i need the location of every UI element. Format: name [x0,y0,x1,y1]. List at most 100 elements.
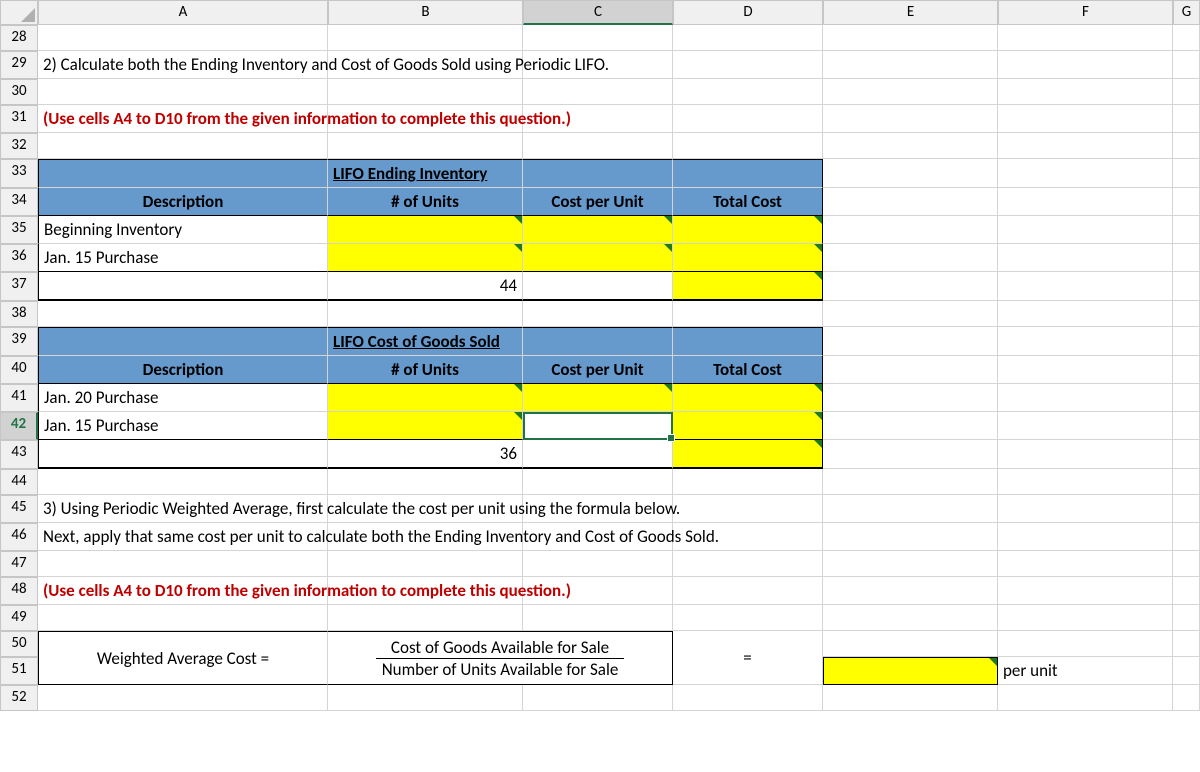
cell-C33[interactable] [523,159,673,188]
cell-A37[interactable] [38,272,328,301]
row-header-36[interactable]: 36 [0,244,38,272]
cell-B47[interactable] [328,551,523,577]
cell-B49[interactable] [328,605,523,631]
cell-C44[interactable] [523,469,673,495]
cell-F50[interactable] [998,631,1173,657]
cell-F52[interactable] [998,685,1173,711]
row-header-50[interactable]: 50 [0,631,38,657]
cell-E51[interactable] [823,657,998,685]
cell-F47[interactable] [998,551,1173,577]
cell-E36[interactable] [823,244,998,272]
cell-E31[interactable] [823,105,998,133]
cell-A36[interactable]: Jan. 15 Purchase [38,244,328,272]
cell-B36[interactable] [328,244,523,272]
cell-D30[interactable] [673,79,823,105]
cell-F39[interactable] [998,327,1173,356]
cell-D33[interactable] [673,159,823,188]
cell-A30[interactable] [38,79,328,105]
cell-D38[interactable] [673,301,823,327]
cell-C52[interactable] [523,685,673,711]
cell-G41[interactable] [1173,384,1200,412]
cell-G44[interactable] [1173,469,1200,495]
cell-C37[interactable] [523,272,673,301]
cell-C42[interactable] [523,412,673,440]
row-header-30[interactable]: 30 [0,79,38,105]
cell-A40[interactable]: Description [38,356,328,384]
cell-B42[interactable] [328,412,523,440]
cell-G37[interactable] [1173,272,1200,301]
cell-C36[interactable] [523,244,673,272]
cell-A31[interactable]: (Use cells A4 to D10 from the given info… [38,105,328,133]
cell-A33[interactable] [38,159,328,188]
row-header-46[interactable]: 46 [0,523,38,551]
cell-D42[interactable] [673,412,823,440]
cell-A32[interactable] [38,133,328,159]
cell-A48[interactable]: (Use cells A4 to D10 from the given info… [38,577,328,605]
cell-E50[interactable] [823,631,998,657]
cell-G28[interactable] [1173,25,1200,51]
cell-G48[interactable] [1173,577,1200,605]
cell-F42[interactable] [998,412,1173,440]
col-header-D[interactable]: D [673,0,823,25]
cell-D35[interactable] [673,216,823,244]
cell-B28[interactable] [328,25,523,51]
cell-C41[interactable] [523,384,673,412]
row-header-39[interactable]: 39 [0,327,38,356]
cell-D52[interactable] [673,685,823,711]
cell-B38[interactable] [328,301,523,327]
row-header-42[interactable]: 42 [0,412,38,440]
cell-E40[interactable] [823,356,998,384]
cell-E42[interactable] [823,412,998,440]
cell-A28[interactable] [38,25,328,51]
row-header-49[interactable]: 49 [0,605,38,631]
cell-D29[interactable] [673,51,823,79]
cell-E48[interactable] [823,577,998,605]
cell-E37[interactable] [823,272,998,301]
cell-A29[interactable]: 2) Calculate both the Ending Inventory a… [38,51,328,79]
cell-G51[interactable] [1173,657,1200,685]
cell-F35[interactable] [998,216,1173,244]
cell-A38[interactable] [38,301,328,327]
cell-F46[interactable] [998,523,1173,551]
cell-F48[interactable] [998,577,1173,605]
cell-C28[interactable] [523,25,673,51]
row-header-52[interactable]: 52 [0,685,38,711]
cell-C38[interactable] [523,301,673,327]
cell-A45[interactable]: 3) Using Periodic Weighted Average, firs… [38,495,328,523]
cell-A42[interactable]: Jan. 15 Purchase [38,412,328,440]
cell-D31[interactable] [673,105,823,133]
cell-F31[interactable] [998,105,1173,133]
select-all-corner[interactable] [0,0,38,25]
row-header-45[interactable]: 45 [0,495,38,523]
cell-D43[interactable] [673,440,823,469]
cell-A43[interactable] [38,440,328,469]
cell-B43[interactable]: 36 [328,440,523,469]
cell-F38[interactable] [998,301,1173,327]
cell-D28[interactable] [673,25,823,51]
col-header-A[interactable]: A [38,0,328,25]
row-header-51[interactable]: 51 [0,657,38,685]
cell-B33[interactable]: LIFO Ending Inventory [328,159,523,188]
spreadsheet-grid[interactable]: A B C D E F G 28 29 2) Calculate both th… [0,0,1200,711]
cell-G50[interactable] [1173,631,1200,657]
cell-E29[interactable] [823,51,998,79]
cell-A39[interactable] [38,327,328,356]
cell-F45[interactable] [998,495,1173,523]
cell-C40[interactable]: Cost per Unit [523,356,673,384]
cell-E47[interactable] [823,551,998,577]
cell-G45[interactable] [1173,495,1200,523]
cell-A52[interactable] [38,685,328,711]
cell-B50[interactable]: Cost of Goods Available for Sale Number … [328,631,673,685]
cell-F40[interactable] [998,356,1173,384]
cell-E41[interactable] [823,384,998,412]
cell-F37[interactable] [998,272,1173,301]
cell-D39[interactable] [673,327,823,356]
row-header-34[interactable]: 34 [0,188,38,216]
cell-B40[interactable]: # of Units [328,356,523,384]
row-header-38[interactable]: 38 [0,301,38,327]
cell-B41[interactable] [328,384,523,412]
cell-G49[interactable] [1173,605,1200,631]
cell-A34[interactable]: Description [38,188,328,216]
cell-E28[interactable] [823,25,998,51]
row-header-41[interactable]: 41 [0,384,38,412]
